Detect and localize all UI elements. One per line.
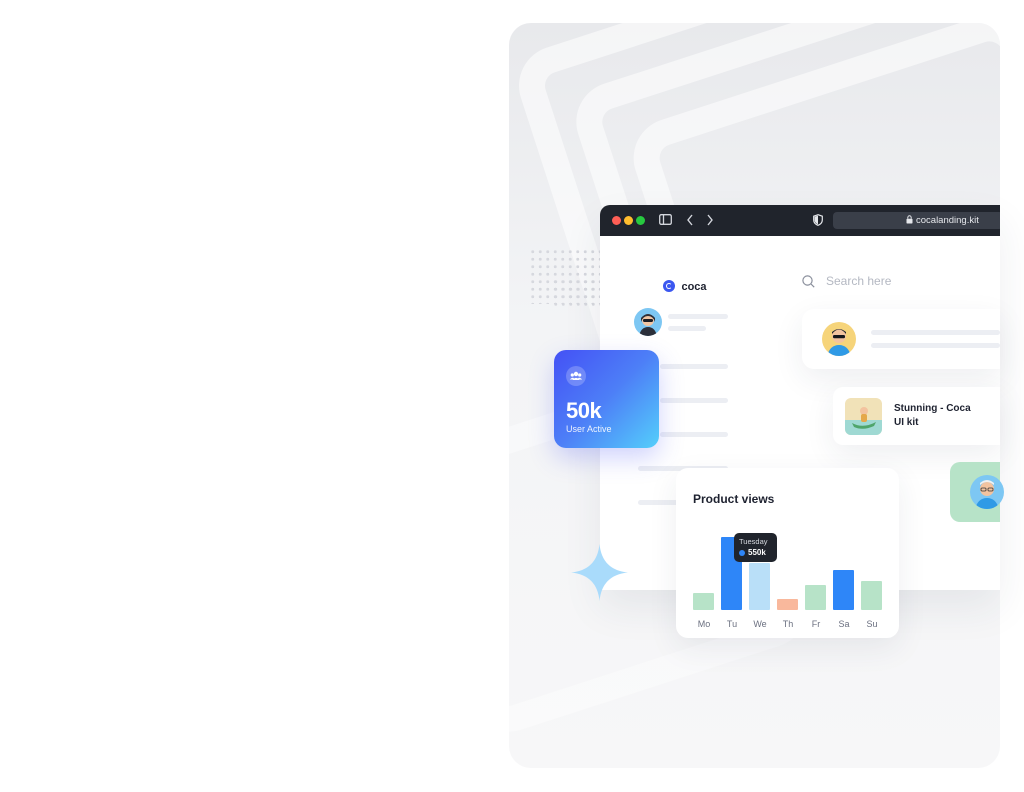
chart-bar-su[interactable] [861,581,882,610]
sidebar-user-avatar[interactable] [634,308,662,336]
coca-logo-mark [663,280,675,292]
profile-text-placeholder [871,343,1000,348]
profile-avatar [822,322,856,356]
close-window-button[interactable] [612,216,621,225]
stat-value: 50k [566,398,602,423]
address-bar[interactable]: cocalanding.kit [833,212,1000,229]
forward-arrow-icon[interactable] [706,214,714,228]
x-tick-label: Sa [838,619,850,629]
x-tick-label: Mo [697,619,711,629]
x-tick-label: Tu [726,619,738,629]
stat-label: User Active [566,424,612,434]
url-text: cocalanding.kit [916,215,979,226]
search-input[interactable]: Search here [826,274,891,288]
sidebar-menu-placeholder [660,364,728,369]
brand-name: coca [681,281,707,293]
search-icon[interactable] [802,275,815,293]
product-thumbnail [845,398,882,435]
minimize-window-button[interactable] [624,216,633,225]
x-tick-label: Fr [811,619,821,629]
x-tick-label: Th [782,619,794,629]
product-title-line-1: Stunning - Coca [894,403,971,414]
product-views-chart-card: Product views Mo Tu We Th Fr Sa Su Tuesday 550… [676,468,899,638]
chart-bar-fr[interactable] [805,585,826,610]
chart-plot-area: Mo Tu We Th Fr Sa Su [676,468,899,638]
browser-toolbar: cocalanding.kit [600,205,1000,236]
profile-card[interactable] [802,309,1000,369]
back-arrow-icon[interactable] [686,214,694,228]
sidebar-menu-placeholder [660,398,728,403]
chart-tooltip: Tuesday 550k [734,533,777,562]
chart-bar-sa[interactable] [833,570,854,610]
tooltip-value: 550k [748,548,766,557]
user-active-stat-card[interactable]: 50k User Active [554,350,659,448]
chart-bar-we[interactable] [749,563,770,610]
side-avatar [970,475,1004,509]
sparkle-decoration [571,544,628,606]
chart-bar-th[interactable] [777,599,798,610]
profile-text-placeholder [871,330,1000,335]
sidebar-menu-placeholder [660,432,728,437]
shield-icon[interactable] [813,214,823,228]
side-avatar-card[interactable] [950,462,1004,522]
sidebar-text-placeholder [668,326,706,331]
product-card[interactable]: Stunning - Coca UI kit [833,387,1000,445]
maximize-window-button[interactable] [636,216,645,225]
sidebar-toggle-icon[interactable] [659,214,672,227]
coca-logo[interactable]: coca [663,277,707,293]
users-icon [566,366,586,386]
x-tick-label: We [753,619,767,629]
product-title-line-2: UI kit [894,417,919,428]
tooltip-series-dot [739,550,745,556]
sidebar-text-placeholder [668,314,728,319]
lock-icon [906,213,913,230]
chart-bar-mo[interactable] [693,593,714,610]
sidebar-menu-placeholder [638,500,678,505]
x-tick-label: Su [866,619,878,629]
tooltip-day: Tuesday [739,537,768,546]
